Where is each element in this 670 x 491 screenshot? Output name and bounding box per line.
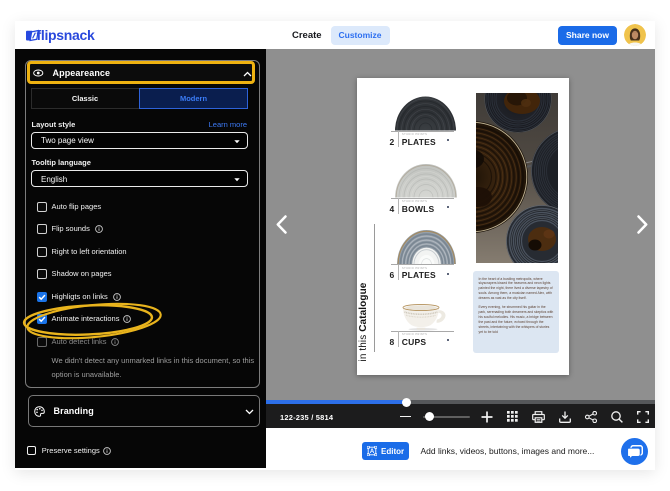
- svg-text:A: A: [370, 449, 375, 455]
